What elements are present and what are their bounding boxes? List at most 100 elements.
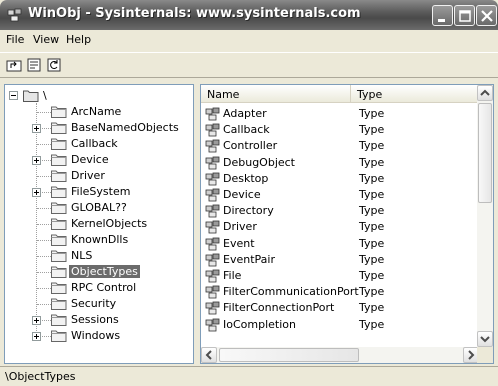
list-item[interactable]: Adapter Type <box>201 106 479 122</box>
up-folder-icon[interactable] <box>6 57 22 73</box>
list-item[interactable]: Desktop Type <box>201 171 479 187</box>
column-header-name-label: Name <box>207 88 240 101</box>
maximize-icon <box>459 10 471 22</box>
vertical-scrollbar[interactable] <box>477 85 493 347</box>
object-type: Type <box>359 188 385 201</box>
folder-icon <box>51 265 67 278</box>
chevron-right-icon <box>468 350 475 360</box>
object-type: Type <box>359 204 385 218</box>
horizontal-scrollbar[interactable] <box>201 347 479 363</box>
object-type: Type <box>359 220 385 234</box>
object-type: Type <box>359 123 385 137</box>
list-item[interactable]: File Type <box>201 268 479 284</box>
object-type: Type <box>359 317 385 331</box>
object-type-icon <box>205 269 221 283</box>
tree-item-label: ObjectTypes <box>69 265 140 278</box>
object-name: FilterCommunicationPort <box>223 285 359 299</box>
object-name: Device <box>223 188 261 201</box>
object-type-icon <box>205 172 221 186</box>
object-name: EventPair <box>223 252 275 266</box>
folder-icon <box>51 185 67 198</box>
vertical-scroll-thumb[interactable] <box>478 103 492 203</box>
chevron-up-icon <box>480 89 490 96</box>
object-name: DebugObject <box>223 155 295 169</box>
object-type: Type <box>359 236 385 250</box>
folder-icon <box>51 153 67 166</box>
menu-bar: File View Help <box>0 30 498 50</box>
scroll-up-button[interactable] <box>477 85 493 101</box>
object-name: Adapter <box>223 107 267 120</box>
collapse-icon[interactable] <box>9 91 18 100</box>
folder-icon <box>51 249 67 262</box>
object-type: Type <box>359 155 385 169</box>
object-type-icon <box>205 204 221 218</box>
expand-icon[interactable] <box>32 124 41 133</box>
list-item[interactable]: Directory Type <box>201 203 479 219</box>
object-type: Type <box>359 171 385 185</box>
expand-icon[interactable] <box>32 332 41 341</box>
tree-item-label: ArcName <box>71 105 122 118</box>
list-item[interactable]: IoCompletion Type <box>201 317 479 333</box>
list-item[interactable]: Controller Type <box>201 138 479 154</box>
object-name: Desktop <box>223 171 269 185</box>
list-item[interactable]: Event Type <box>201 236 479 252</box>
folder-icon <box>51 201 67 214</box>
object-name: Directory <box>223 204 274 218</box>
tree-item-label: Callback <box>71 137 118 150</box>
list-item[interactable]: DebugObject Type <box>201 155 479 171</box>
column-header-type[interactable]: Type <box>351 85 479 103</box>
directory-tree[interactable]: \ ArcName BaseNamedObjects Callback Device D… <box>4 84 194 364</box>
object-type: Type <box>359 269 385 282</box>
object-type-icon <box>205 237 221 251</box>
refresh-icon[interactable] <box>46 57 62 73</box>
minimize-icon <box>438 19 445 22</box>
object-type: Type <box>359 301 385 315</box>
scroll-left-button[interactable] <box>201 347 217 363</box>
column-header-name[interactable]: Name <box>201 85 351 103</box>
list-item[interactable]: FilterCommunicationPort Type <box>201 284 479 300</box>
object-name: IoCompletion <box>223 317 296 331</box>
expand-icon[interactable] <box>32 156 41 165</box>
object-type-icon <box>205 253 221 267</box>
folder-icon <box>51 169 67 182</box>
menu-view[interactable]: View <box>33 33 59 46</box>
folder-icon <box>51 137 67 150</box>
object-list[interactable]: Name Type Adapter Type Callback Type Control… <box>200 84 494 364</box>
close-button[interactable] <box>476 5 497 26</box>
minimize-button[interactable] <box>432 5 453 26</box>
tree-item-label: KernelObjects <box>71 217 148 230</box>
horizontal-scroll-thumb[interactable] <box>219 348 359 362</box>
object-type: Type <box>359 285 385 299</box>
object-type-icon <box>205 123 221 137</box>
object-type-icon <box>205 188 221 202</box>
list-item[interactable]: Device Type <box>201 187 479 203</box>
tree-item-label: Security <box>71 297 117 310</box>
menu-file[interactable]: File <box>6 33 24 46</box>
title-bar[interactable]: WinObj - Sysinternals: www.sysinternals.… <box>0 0 498 30</box>
object-type: Type <box>359 252 385 266</box>
tree-item-label: BaseNamedObjects <box>71 121 179 134</box>
close-icon <box>481 10 493 22</box>
list-item[interactable]: Driver Type <box>201 219 479 235</box>
list-item[interactable]: Callback Type <box>201 122 479 138</box>
list-item[interactable]: EventPair Type <box>201 252 479 268</box>
menu-help[interactable]: Help <box>66 33 91 46</box>
window-title: WinObj - Sysinternals: www.sysinternals.… <box>28 6 361 21</box>
object-name: Callback <box>223 123 270 137</box>
chevron-down-icon <box>480 336 490 343</box>
winobj-window: WinObj - Sysinternals: www.sysinternals.… <box>0 0 498 386</box>
folder-icon <box>51 105 67 118</box>
status-bar: \ObjectTypes <box>0 366 498 386</box>
expand-icon[interactable] <box>32 188 41 197</box>
object-type: Type <box>359 139 385 153</box>
folder-icon <box>51 233 67 246</box>
scroll-down-button[interactable] <box>477 331 493 347</box>
tree-item-label: GLOBAL?? <box>71 201 127 214</box>
list-item[interactable]: FilterConnectionPort Type <box>201 300 479 316</box>
properties-icon[interactable] <box>26 57 42 73</box>
object-type-icon <box>205 139 221 153</box>
object-name: File <box>223 269 242 282</box>
expand-icon[interactable] <box>32 316 41 325</box>
maximize-button[interactable] <box>454 5 475 26</box>
scrollbar-corner <box>477 347 493 363</box>
